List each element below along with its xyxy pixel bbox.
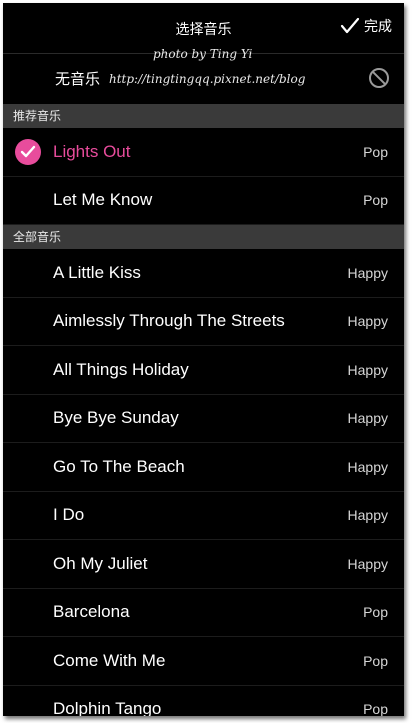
song-row[interactable]: Lights Out Pop (3, 128, 404, 177)
song-genre: Pop (363, 192, 388, 209)
song-row[interactable]: Come With Me Pop (3, 637, 404, 686)
song-row[interactable]: Let Me Know Pop (3, 177, 404, 225)
song-row[interactable]: Oh My Juliet Happy (3, 540, 404, 589)
song-title: I Do (53, 505, 85, 525)
song-genre: Happy (347, 458, 388, 475)
song-genre: Happy (347, 507, 388, 524)
song-title: All Things Holiday (53, 359, 189, 379)
song-genre: Happy (347, 313, 388, 330)
song-title: Go To The Beach (53, 456, 185, 476)
song-row[interactable]: All Things Holiday Happy (3, 346, 404, 395)
song-title: Dolphin Tango (53, 699, 162, 716)
song-row[interactable]: A Little Kiss Happy (3, 249, 404, 298)
song-genre: Pop (363, 143, 388, 160)
done-label: 完成 (364, 19, 392, 35)
song-title: Lights Out (53, 141, 131, 161)
song-genre: Happy (347, 555, 388, 572)
song-genre: Happy (347, 410, 388, 427)
song-title: Come With Me (53, 650, 166, 670)
top-bar: 选择音乐 完成 (3, 3, 404, 54)
song-row[interactable]: Bye Bye Sunday Happy (3, 395, 404, 443)
song-row[interactable]: Dolphin Tango Pop (3, 686, 404, 716)
song-row[interactable]: I Do Happy (3, 492, 404, 540)
no-music-option[interactable]: 无音乐 (3, 54, 404, 104)
song-row[interactable]: Barcelona Pop (3, 589, 404, 637)
song-row[interactable]: Go To The Beach Happy (3, 443, 404, 492)
song-genre: Happy (347, 361, 388, 378)
song-title: A Little Kiss (53, 262, 141, 282)
song-title: Aimlessly Through The Streets (53, 311, 285, 331)
song-title: Bye Bye Sunday (53, 408, 179, 428)
song-title: Let Me Know (53, 190, 153, 210)
no-music-label: 无音乐 (55, 70, 101, 88)
song-genre: Pop (363, 604, 388, 621)
song-title: Oh My Juliet (53, 553, 148, 573)
song-row[interactable]: Aimlessly Through The Streets Happy (3, 298, 404, 346)
song-genre: Pop (363, 701, 388, 716)
song-title: Barcelona (53, 602, 130, 622)
song-genre: Happy (347, 264, 388, 281)
section-header-all: 全部音乐 (3, 225, 404, 249)
prohibited-icon (369, 68, 389, 88)
phone-screen: 选择音乐 完成 无音乐 photo by Ting Yi http://ting… (3, 3, 404, 716)
done-button[interactable]: 完成 (340, 16, 392, 36)
selected-check-icon (15, 138, 41, 165)
song-genre: Pop (363, 652, 388, 669)
checkmark-icon (340, 17, 360, 34)
section-header-recommended: 推荐音乐 (3, 104, 404, 128)
